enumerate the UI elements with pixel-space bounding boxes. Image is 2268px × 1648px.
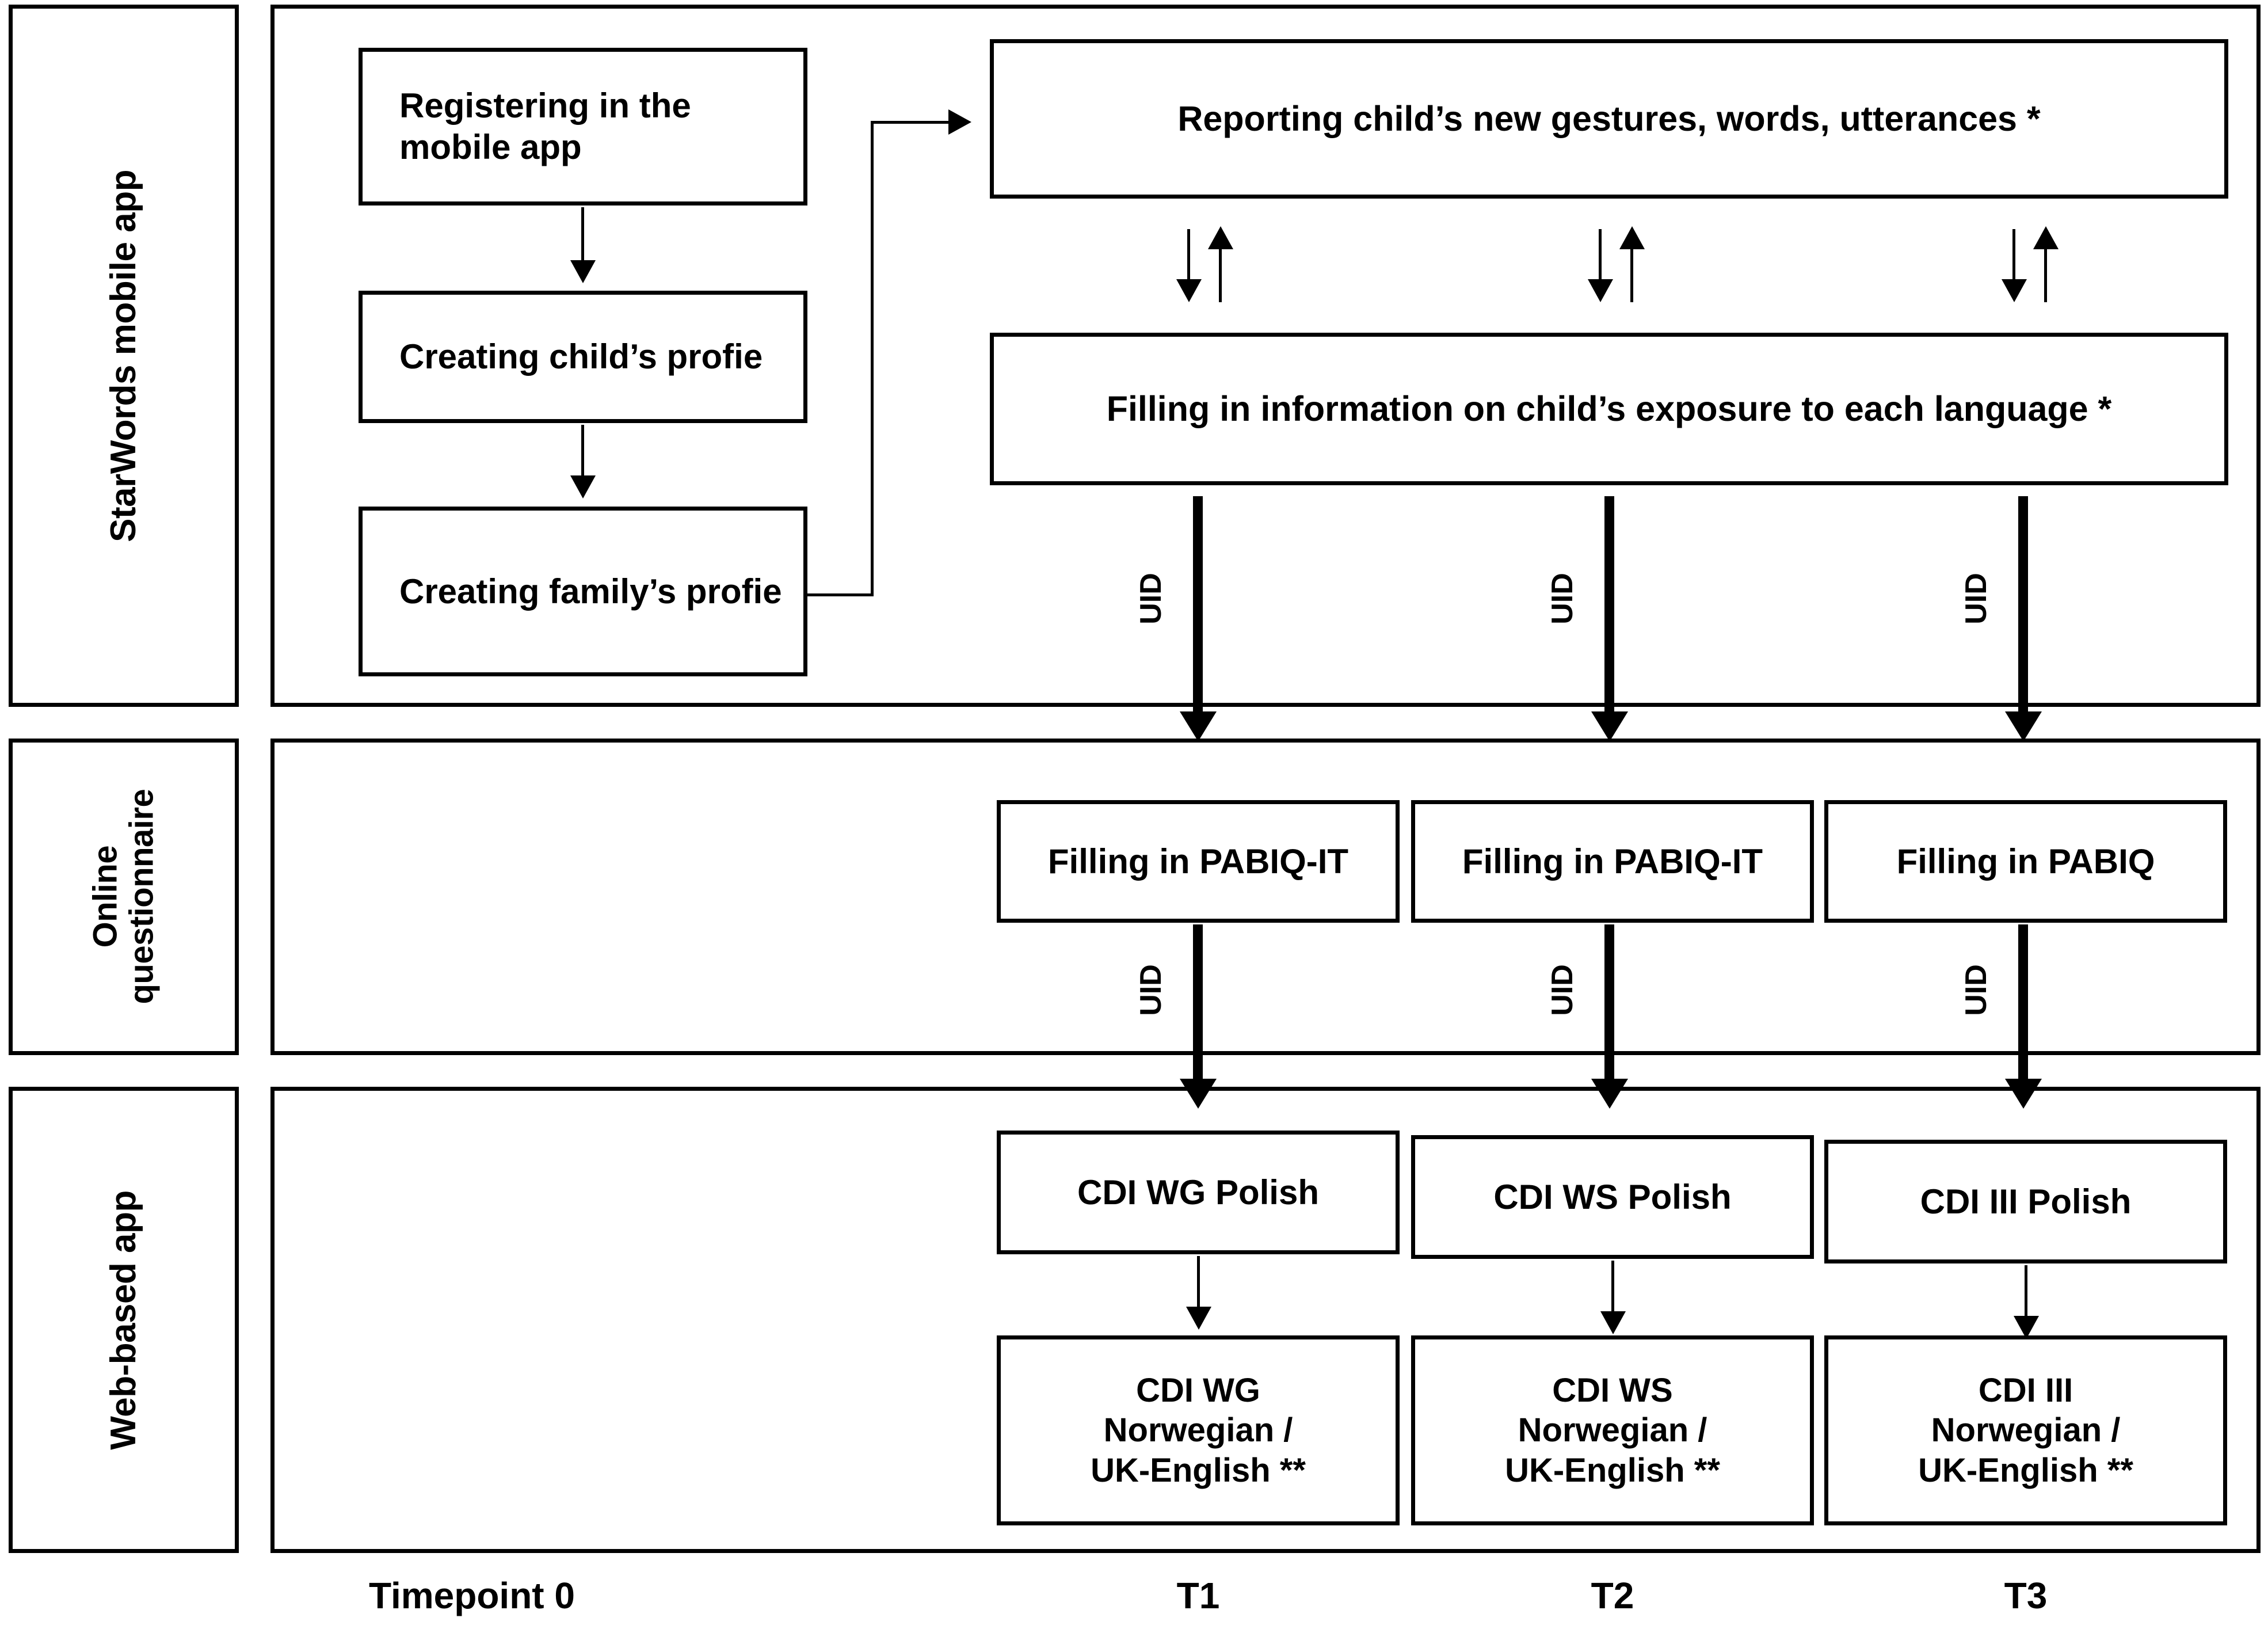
arrowhead-exposure-reporting-up-t3 [2033, 226, 2059, 249]
step-filling-exposure-info[interactable]: Filling in information on child’s exposu… [990, 333, 2228, 485]
arrowhead-reporting-exposure-down-t1 [1176, 279, 1202, 302]
step-registering-label: Registering in the mobile app [399, 86, 691, 166]
step-filling-pabiq-it-t1[interactable]: Filling in PABIQ-IT [997, 800, 1400, 923]
step-child-profile-label: Creating child’s profie [399, 337, 763, 376]
step-filling-pabiq-it-t1-label: Filling in PABIQ-IT [1047, 842, 1349, 881]
step-filling-pabiq-it-t2[interactable]: Filling in PABIQ-IT [1411, 800, 1814, 923]
arrowhead-exposure-reporting-up-t1 [1208, 226, 1233, 249]
uid-arrow-shaft-questionnaire-to-web-t1 [1193, 924, 1203, 1083]
uid-arrowhead-questionnaire-to-web-t3 [2005, 1079, 2042, 1109]
step-cdi-wg-norwegian-uk-english-label: CDI WG Norwegian / UK-English ** [1091, 1371, 1306, 1489]
stage-label-online-questionnaire-text: Online questionnaire [86, 789, 160, 1004]
step-filling-pabiq-t3[interactable]: Filling in PABIQ [1824, 800, 2227, 923]
uid-arrow-shaft-mobile-to-questionnaire-t1 [1193, 496, 1203, 715]
uid-label-questionnaire-to-web-t2: UID [1545, 964, 1579, 1016]
connector-cdi-wg-polish-to-nor-eng [1197, 1256, 1200, 1311]
step-child-profile[interactable]: Creating child’s profie [359, 291, 807, 423]
stage-label-web-based-app-text: Web-based app [103, 1190, 143, 1450]
connector-reporting-exposure-down-t2 [1599, 229, 1602, 284]
step-cdi-iii-norwegian-uk-english[interactable]: CDI III Norwegian / UK-English ** [1824, 1335, 2227, 1525]
uid-arrowhead-mobile-to-questionnaire-t2 [1591, 711, 1628, 741]
step-cdi-ws-norwegian-uk-english-label: CDI WS Norwegian / UK-English ** [1505, 1371, 1720, 1489]
timepoint-label-t1: T1 [1176, 1575, 1220, 1616]
step-cdi-iii-polish[interactable]: CDI III Polish [1824, 1140, 2227, 1263]
connector-cdi-ws-polish-to-nor-eng [1611, 1261, 1614, 1315]
arrowhead-child-profile-to-family-profile [570, 475, 596, 498]
step-registering[interactable]: Registering in the mobile app [359, 48, 807, 205]
step-filling-exposure-info-label: Filling in information on child’s exposu… [1106, 389, 2112, 428]
connector-reporting-exposure-down-t3 [2012, 229, 2015, 284]
uid-arrow-shaft-questionnaire-to-web-t2 [1604, 924, 1614, 1083]
step-cdi-wg-polish-label: CDI WG Polish [1077, 1173, 1319, 1212]
stage-label-web-based-app: Web-based app [9, 1087, 239, 1553]
step-filling-pabiq-it-t2-label: Filling in PABIQ-IT [1462, 842, 1763, 881]
stage-label-online-questionnaire: Online questionnaire [9, 739, 239, 1055]
timepoint-label-t2: T2 [1591, 1575, 1634, 1616]
step-family-profile[interactable]: Creating family’s profie [359, 507, 807, 676]
uid-arrow-shaft-mobile-to-questionnaire-t3 [2018, 496, 2028, 715]
step-cdi-iii-norwegian-uk-english-label: CDI III Norwegian / UK-English ** [1918, 1371, 2133, 1489]
step-reporting-new-gestures[interactable]: Reporting child’s new gestures, words, u… [990, 39, 2228, 199]
step-cdi-ws-norwegian-uk-english[interactable]: CDI WS Norwegian / UK-English ** [1411, 1335, 1814, 1525]
stage-label-mobile-app-text: StarWords mobile app [103, 169, 143, 542]
timepoint-label-t0: Timepoint 0 [369, 1575, 575, 1616]
arrowhead-to-reporting-box [948, 109, 971, 135]
uid-label-mobile-to-questionnaire-t1: UID [1134, 573, 1168, 625]
connector-child-profile-to-family-profile [581, 425, 584, 479]
step-filling-pabiq-t3-label: Filling in PABIQ [1896, 842, 2155, 881]
step-cdi-wg-polish[interactable]: CDI WG Polish [997, 1131, 1400, 1254]
step-cdi-wg-norwegian-uk-english[interactable]: CDI WG Norwegian / UK-English ** [997, 1335, 1400, 1525]
timepoint-label-t3: T3 [2004, 1575, 2048, 1616]
uid-arrowhead-mobile-to-questionnaire-t3 [2005, 711, 2042, 741]
step-reporting-new-gestures-label: Reporting child’s new gestures, words, u… [1177, 98, 2041, 138]
arrowhead-cdi-ws-polish-to-nor-eng [1600, 1311, 1626, 1334]
stage-label-mobile-app: StarWords mobile app [9, 5, 239, 707]
step-cdi-ws-polish-label: CDI WS Polish [1493, 1177, 1732, 1216]
step-cdi-iii-polish-label: CDI III Polish [1920, 1182, 2132, 1221]
step-cdi-ws-polish[interactable]: CDI WS Polish [1411, 1135, 1814, 1259]
uid-arrow-shaft-mobile-to-questionnaire-t2 [1604, 496, 1614, 715]
uid-label-mobile-to-questionnaire-t2: UID [1545, 573, 1579, 625]
uid-label-questionnaire-to-web-t1: UID [1134, 964, 1168, 1016]
connector-family-profile-elbow-horizontal-in [871, 121, 951, 124]
arrowhead-registering-to-child-profile [570, 260, 596, 283]
step-family-profile-label: Creating family’s profie [399, 572, 782, 611]
connector-exposure-reporting-up-t3 [2044, 248, 2047, 302]
connector-cdi-iii-polish-to-nor-eng [2025, 1265, 2027, 1320]
uid-arrow-shaft-questionnaire-to-web-t3 [2018, 924, 2028, 1083]
connector-registering-to-child-profile [581, 207, 584, 265]
connector-family-profile-elbow-vertical [871, 122, 874, 595]
arrowhead-reporting-exposure-down-t2 [1588, 279, 1613, 302]
arrowhead-reporting-exposure-down-t3 [2002, 279, 2027, 302]
connector-reporting-exposure-down-t1 [1187, 229, 1190, 284]
uid-arrowhead-questionnaire-to-web-t1 [1180, 1079, 1217, 1109]
connector-family-profile-elbow-horizontal-out [806, 593, 874, 596]
uid-label-mobile-to-questionnaire-t3: UID [1959, 573, 1993, 625]
uid-arrowhead-questionnaire-to-web-t2 [1591, 1079, 1628, 1109]
arrowhead-cdi-wg-polish-to-nor-eng [1186, 1307, 1211, 1330]
connector-exposure-reporting-up-t1 [1219, 248, 1222, 302]
figure-canvas: StarWords mobile app Online questionnair… [0, 0, 2268, 1648]
uid-label-questionnaire-to-web-t3: UID [1959, 964, 1993, 1016]
connector-exposure-reporting-up-t2 [1630, 248, 1633, 302]
uid-arrowhead-mobile-to-questionnaire-t1 [1180, 711, 1217, 741]
arrowhead-exposure-reporting-up-t2 [1619, 226, 1645, 249]
